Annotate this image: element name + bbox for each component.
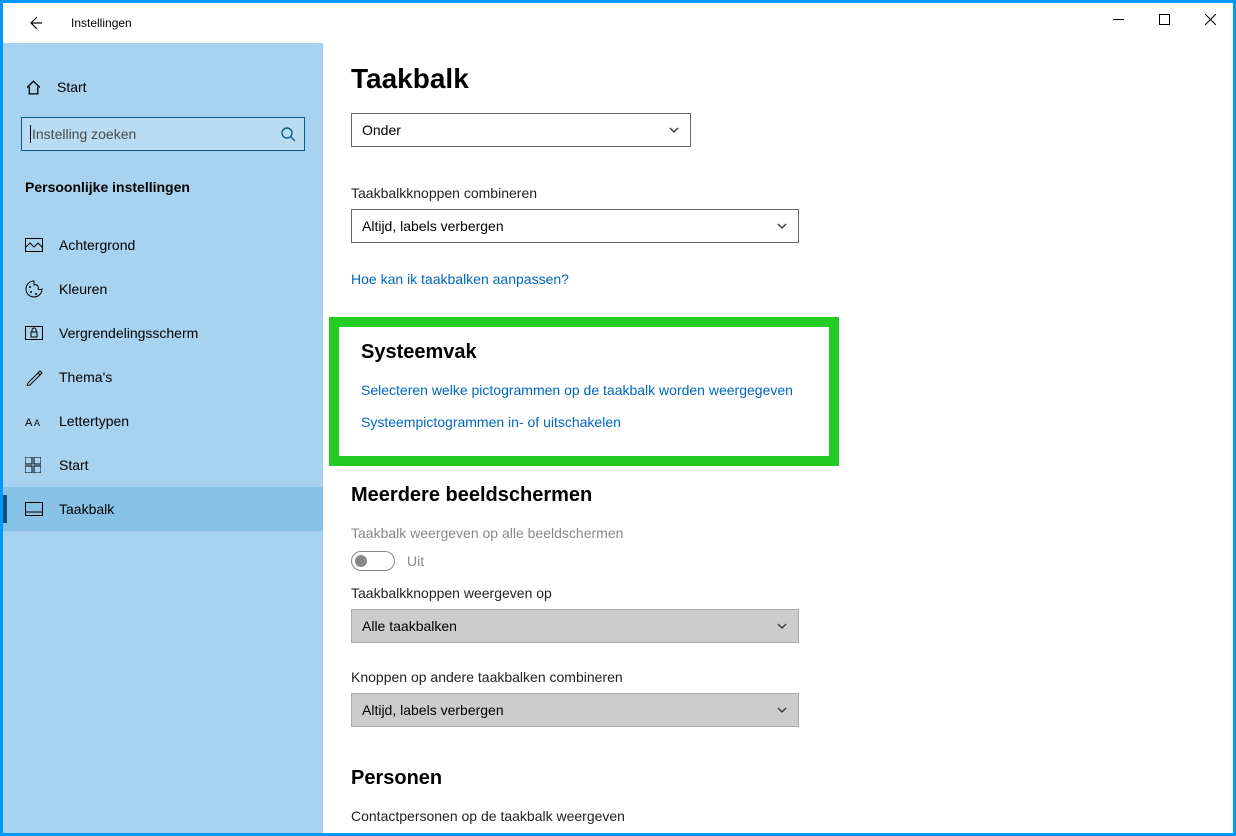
sidebar-item-label: Start [59, 457, 89, 473]
combine-label: Taakbalkknoppen combineren [351, 185, 1233, 201]
taskbar-position-dropdown[interactable]: Onder [351, 113, 691, 147]
close-button[interactable] [1187, 3, 1233, 35]
search-input[interactable] [32, 126, 280, 142]
themes-icon [25, 367, 45, 387]
fonts-icon: AA [25, 411, 45, 431]
dropdown-value: Onder [362, 122, 401, 138]
toggle-state: Uit [407, 553, 424, 569]
search-icon [280, 126, 296, 142]
sidebar-item-taskbar[interactable]: Taakbalk [3, 487, 323, 531]
close-icon [1205, 14, 1216, 25]
combine-other-label: Knoppen op andere taakbalken combineren [351, 669, 1233, 685]
settings-window: Instellingen Start [3, 3, 1233, 833]
titlebar: Instellingen [3, 3, 1233, 43]
sidebar-item-label: Taakbalk [59, 501, 114, 517]
sidebar-item-label: Lettertypen [59, 413, 129, 429]
show-all-displays-toggle[interactable] [351, 551, 395, 571]
home-icon [25, 78, 43, 96]
category-title: Persoonlijke instellingen [3, 151, 323, 195]
search-input-wrapper[interactable] [21, 117, 305, 151]
sidebar-item-colors[interactable]: Kleuren [3, 267, 323, 311]
maximize-button[interactable] [1141, 3, 1187, 35]
combine-other-dropdown[interactable]: Altijd, labels verbergen [351, 693, 799, 727]
taskbar-icon [25, 499, 45, 519]
arrow-left-icon [27, 15, 43, 31]
maximize-icon [1159, 14, 1170, 25]
chevron-down-icon [776, 620, 788, 632]
home-button[interactable]: Start [3, 67, 323, 107]
sidebar-item-label: Achtergrond [59, 237, 135, 253]
sidebar: Start Persoonlijke instellingen Achtergr… [3, 43, 323, 833]
dropdown-value: Altijd, labels verbergen [362, 218, 504, 234]
svg-text:A: A [34, 418, 40, 428]
systray-system-icons-link[interactable]: Systeempictogrammen in- of uitschakelen [361, 414, 815, 430]
people-contacts-label: Contactpersonen op de taakbalk weergeven [351, 808, 1233, 824]
chevron-down-icon [776, 220, 788, 232]
chevron-down-icon [776, 704, 788, 716]
minimize-icon [1113, 14, 1124, 25]
sidebar-item-label: Kleuren [59, 281, 107, 297]
back-button[interactable] [23, 11, 47, 35]
minimize-button[interactable] [1095, 3, 1141, 35]
sidebar-item-background[interactable]: Achtergrond [3, 223, 323, 267]
colors-icon [25, 279, 45, 299]
start-icon [25, 455, 45, 475]
svg-text:A: A [25, 417, 33, 428]
toggle-knob [355, 555, 367, 567]
lockscreen-icon [25, 323, 45, 343]
sidebar-item-themes[interactable]: Thema's [3, 355, 323, 399]
combine-buttons-dropdown[interactable]: Altijd, labels verbergen [351, 209, 799, 243]
page-title: Taakbalk [351, 63, 1233, 95]
sidebar-item-label: Vergrendelingsscherm [59, 325, 198, 341]
sidebar-item-start[interactable]: Start [3, 443, 323, 487]
systray-icons-link[interactable]: Selecteren welke pictogrammen op de taak… [361, 382, 815, 398]
background-icon [25, 235, 45, 255]
text-cursor [30, 125, 31, 143]
home-label: Start [57, 79, 87, 95]
multi-display-title: Meerdere beeldschermen [351, 484, 1233, 507]
dropdown-value: Alle taakbalken [362, 618, 457, 634]
sidebar-item-fonts[interactable]: AA Lettertypen [3, 399, 323, 443]
nav-list: Achtergrond Kleuren Vergrendelingsscherm… [3, 223, 323, 531]
dropdown-value: Altijd, labels verbergen [362, 702, 504, 718]
content-area: Taakbalk Onder Taakbalkknoppen combinere… [323, 43, 1233, 833]
highlighted-section: Systeemvak Selecteren welke pictogrammen… [329, 317, 839, 466]
sidebar-item-label: Thema's [59, 369, 112, 385]
show-all-displays-label: Taakbalk weergeven op alle beeldschermen [351, 525, 1233, 541]
people-title: Personen [351, 767, 1233, 790]
sidebar-item-lockscreen[interactable]: Vergrendelingsscherm [3, 311, 323, 355]
systray-title: Systeemvak [361, 341, 815, 364]
window-title: Instellingen [71, 16, 132, 30]
chevron-down-icon [668, 124, 680, 136]
show-buttons-on-label: Taakbalkknoppen weergeven op [351, 585, 1233, 601]
show-buttons-on-dropdown[interactable]: Alle taakbalken [351, 609, 799, 643]
help-link[interactable]: Hoe kan ik taakbalken aanpassen? [351, 271, 569, 287]
